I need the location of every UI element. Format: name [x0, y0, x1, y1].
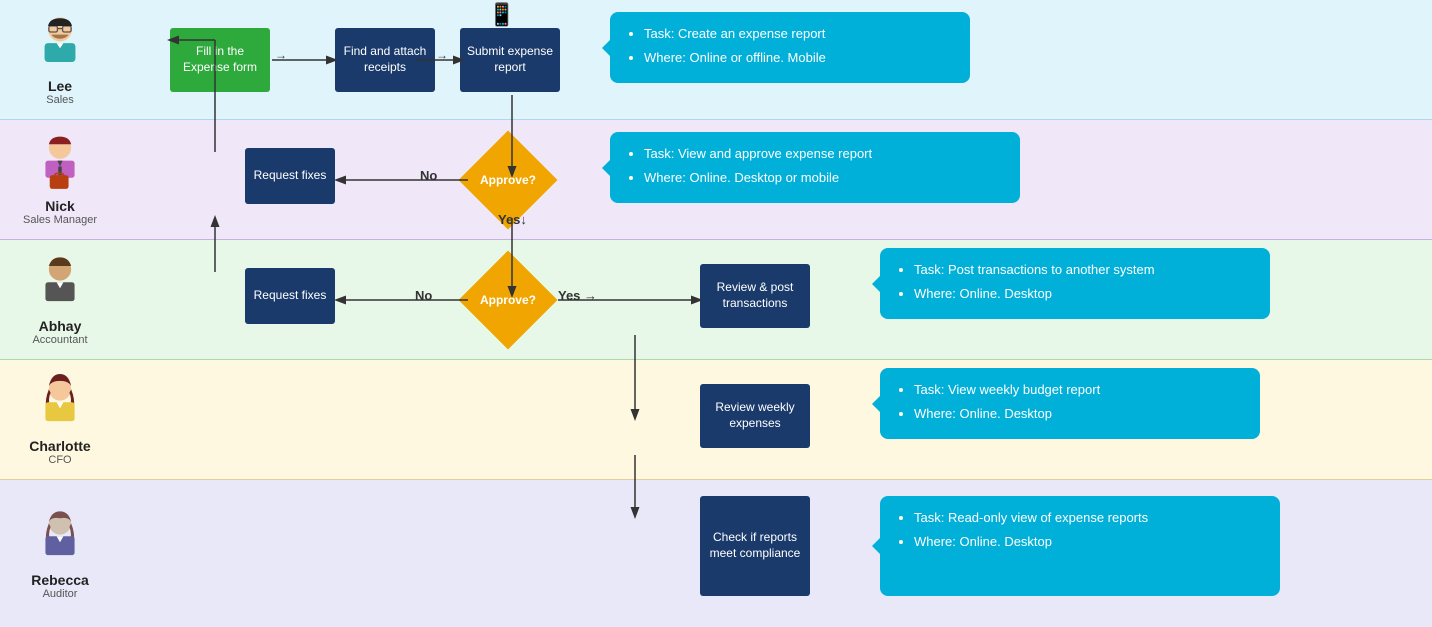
diamond-approve-nick: Approve? — [468, 140, 548, 220]
actor-role-charlotte: CFO — [48, 454, 71, 466]
avatar-rebecca — [30, 508, 90, 568]
avatar-nick — [30, 134, 90, 194]
actor-charlotte: Charlotte CFO — [0, 360, 120, 479]
actor-role-rebecca: Auditor — [43, 588, 78, 600]
actor-name-lee: Lee — [48, 78, 72, 94]
actor-nick: Nick Sales Manager — [0, 120, 120, 239]
callout-rebecca: Task: Read-only view of expense reports … — [880, 496, 1280, 596]
flow-rebecca: Check if reports meet compliance Task: R… — [120, 480, 1432, 627]
callout-abhay-bullet2: Where: Online. Desktop — [914, 284, 1254, 304]
flow-abhay: Request fixes No Approve? Yes → Review &… — [120, 240, 1432, 359]
actor-role-lee: Sales — [46, 94, 74, 106]
actor-lee: Lee Sales — [0, 0, 120, 119]
box-request-fixes-nick: Request fixes — [245, 148, 335, 204]
actor-name-nick: Nick — [45, 198, 75, 214]
label-lee-arrow1: → — [275, 48, 287, 62]
flow-charlotte: Review weekly expenses Task: View weekly… — [120, 360, 1432, 479]
callout-charlotte-bullet2: Where: Online. Desktop — [914, 404, 1244, 424]
actor-abhay: Abhay Accountant — [0, 240, 120, 359]
avatar-abhay — [30, 254, 90, 314]
callout-charlotte-bullet1: Task: View weekly budget report — [914, 380, 1244, 400]
callout-nick-bullet2: Where: Online. Desktop or mobile — [644, 168, 1004, 188]
diagram: Lee Sales 📱 Fill in the Expense form Fin… — [0, 0, 1432, 627]
avatar-charlotte — [30, 374, 90, 434]
actor-rebecca: Rebecca Auditor — [0, 480, 120, 627]
label-no-abhay: No — [415, 288, 432, 303]
swimlane-charlotte: Charlotte CFO Review weekly expenses Tas… — [0, 360, 1432, 480]
callout-charlotte: Task: View weekly budget report Where: O… — [880, 368, 1260, 439]
actor-name-rebecca: Rebecca — [31, 572, 89, 588]
actor-role-abhay: Accountant — [32, 334, 87, 346]
label-lee-arrow2: → — [436, 48, 448, 62]
swimlane-rebecca: Rebecca Auditor Check if reports meet co… — [0, 480, 1432, 627]
callout-nick: Task: View and approve expense report Wh… — [610, 132, 1020, 203]
label-yes-nick: Yes↓ — [498, 212, 527, 227]
device-icon-lee: 📱 — [488, 2, 515, 28]
actor-name-charlotte: Charlotte — [29, 438, 90, 454]
box-review-post: Review & post transactions — [700, 264, 810, 328]
box-check-compliance: Check if reports meet compliance — [700, 496, 810, 596]
flow-lee: 📱 Fill in the Expense form Find and atta… — [120, 0, 1432, 119]
swimlane-abhay: Abhay Accountant Request fixes No Approv… — [0, 240, 1432, 360]
box-request-fixes-abhay: Request fixes — [245, 268, 335, 324]
callout-nick-bullet1: Task: View and approve expense report — [644, 144, 1004, 164]
avatar-lee — [30, 14, 90, 74]
callout-lee: Task: Create an expense report Where: On… — [610, 12, 970, 83]
callout-abhay: Task: Post transactions to another syste… — [880, 248, 1270, 319]
diamond-approve-abhay: Approve? — [468, 260, 548, 340]
callout-rebecca-bullet1: Task: Read-only view of expense reports — [914, 508, 1264, 528]
box-find-attach: Find and attach receipts — [335, 28, 435, 92]
flow-nick: Request fixes No Approve? Yes↓ Task: Vie… — [120, 120, 1432, 239]
box-review-weekly: Review weekly expenses — [700, 384, 810, 448]
actor-role-nick: Sales Manager — [23, 214, 97, 226]
label-yes-abhay: Yes → — [558, 288, 597, 303]
swimlane-nick: Nick Sales Manager Request fixes No Appr… — [0, 120, 1432, 240]
box-submit-expense: Submit expense report — [460, 28, 560, 92]
callout-rebecca-bullet2: Where: Online. Desktop — [914, 532, 1264, 552]
swimlane-lee: Lee Sales 📱 Fill in the Expense form Fin… — [0, 0, 1432, 120]
box-fill-expense: Fill in the Expense form — [170, 28, 270, 92]
callout-lee-bullet1: Task: Create an expense report — [644, 24, 954, 44]
actor-name-abhay: Abhay — [39, 318, 82, 334]
label-no-nick: No — [420, 168, 437, 183]
callout-lee-bullet2: Where: Online or offline. Mobile — [644, 48, 954, 68]
callout-abhay-bullet1: Task: Post transactions to another syste… — [914, 260, 1254, 280]
